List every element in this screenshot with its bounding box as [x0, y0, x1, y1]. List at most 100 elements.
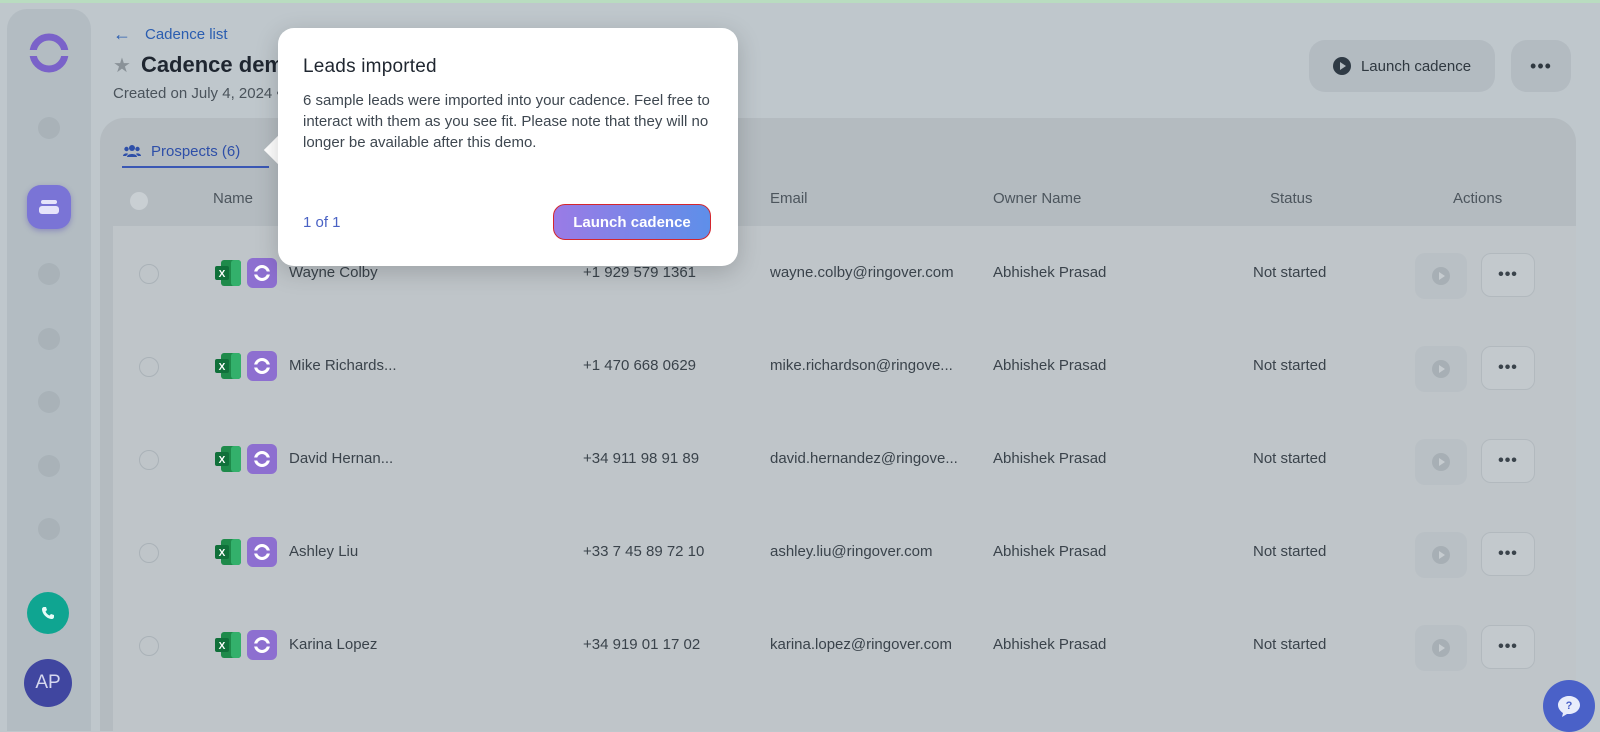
phone-icon	[42, 607, 54, 619]
row-more-button[interactable]: •••	[1481, 439, 1535, 483]
svg-text:X: X	[219, 362, 226, 373]
prospect-name[interactable]: Ashley Liu	[289, 543, 358, 560]
prospect-name[interactable]: Mike Richards...	[289, 357, 397, 374]
back-link[interactable]: ← Cadence list	[113, 24, 228, 45]
excel-icon: X	[215, 260, 241, 286]
arrow-left-icon: ←	[113, 24, 131, 44]
row-play-button[interactable]	[1415, 439, 1467, 485]
nav-item-templates-icon[interactable]	[38, 391, 60, 413]
question-chat-icon: ?	[1558, 696, 1580, 717]
nav-item-leads-icon[interactable]	[38, 328, 60, 350]
prospect-name[interactable]: Wayne Colby	[289, 264, 378, 281]
prospect-email: mike.richardson@ringove...	[770, 357, 953, 374]
row-checkbox[interactable]	[139, 543, 159, 563]
column-header-name[interactable]: Name	[213, 190, 253, 207]
svg-text:?: ?	[1566, 700, 1573, 712]
avatar[interactable]: AP	[24, 659, 72, 707]
popover-title: Leads imported	[303, 56, 437, 77]
play-icon	[1432, 639, 1450, 657]
excel-icon: X	[215, 632, 241, 658]
row-more-button[interactable]: •••	[1481, 625, 1535, 669]
nav-item-cadences-icon[interactable]	[27, 185, 71, 229]
back-link-label: Cadence list	[145, 26, 228, 43]
svg-text:X: X	[219, 455, 226, 466]
play-icon	[1432, 360, 1450, 378]
ringover-icon	[247, 258, 277, 288]
prospect-phone: +34 919 01 17 02	[583, 636, 701, 653]
leads-imported-popover: Leads imported 6 sample leads were impor…	[278, 28, 738, 266]
prospect-email: ashley.liu@ringover.com	[770, 543, 933, 560]
row-checkbox[interactable]	[139, 264, 159, 284]
tab-underline	[122, 166, 269, 168]
table-row[interactable]: X Karina Lopez +34 919 01 17 02 karina.l…	[113, 600, 1576, 692]
prospect-owner: Abhishek Prasad	[993, 543, 1107, 560]
prospect-phone: +1 470 668 0629	[583, 357, 697, 374]
title-row: ★ Cadence dem	[113, 52, 284, 78]
row-play-button[interactable]	[1415, 532, 1467, 578]
page-title: Cadence dem	[140, 52, 284, 77]
launch-cadence-button[interactable]: Launch cadence	[1309, 40, 1495, 92]
excel-icon: X	[215, 446, 241, 472]
users-icon	[123, 145, 141, 157]
prospect-name[interactable]: David Hernan...	[289, 450, 393, 467]
nav-item-tasks-icon[interactable]	[38, 263, 60, 285]
nav-item-settings-icon[interactable]	[38, 518, 60, 540]
prospect-owner: Abhishek Prasad	[993, 636, 1107, 653]
logo-icon[interactable]	[27, 31, 71, 75]
star-icon[interactable]: ★	[113, 53, 131, 78]
column-header-owner[interactable]: Owner Name	[993, 190, 1081, 207]
more-options-button[interactable]: •••	[1511, 40, 1571, 92]
prospect-phone: +33 7 45 89 72 10	[583, 543, 705, 560]
prospect-email: wayne.colby@ringover.com	[770, 264, 954, 281]
column-header-status[interactable]: Status	[1270, 190, 1313, 207]
svg-text:X: X	[219, 548, 226, 559]
prospect-status: Not started	[1253, 543, 1327, 560]
prospect-name[interactable]: Karina Lopez	[289, 636, 377, 653]
popover-body: 6 sample leads were imported into your c…	[303, 92, 710, 151]
excel-icon: X	[215, 539, 241, 565]
row-checkbox[interactable]	[139, 636, 159, 656]
row-more-button[interactable]: •••	[1481, 532, 1535, 576]
column-header-actions: Actions	[1453, 190, 1503, 207]
prospect-owner: Abhishek Prasad	[993, 450, 1107, 467]
popover-launch-cadence-button[interactable]: Launch cadence	[553, 204, 711, 240]
prospect-email: karina.lopez@ringover.com	[770, 636, 952, 653]
play-icon	[1432, 267, 1450, 285]
prospect-email: david.hernandez@ringove...	[770, 450, 958, 467]
nav-item-stats-icon[interactable]	[38, 455, 60, 477]
nav-item-home-icon[interactable]	[38, 117, 60, 139]
row-checkbox[interactable]	[139, 450, 159, 470]
ringover-icon	[247, 630, 277, 660]
table-row[interactable]: X Ashley Liu +33 7 45 89 72 10 ashley.li…	[113, 507, 1576, 599]
ringover-icon	[247, 444, 277, 474]
row-play-button[interactable]	[1415, 253, 1467, 299]
table-row[interactable]: X David Hernan... +34 911 98 91 89 david…	[113, 414, 1576, 506]
prospect-status: Not started	[1253, 450, 1327, 467]
play-icon	[1432, 546, 1450, 564]
page-subtitle: Created on July 4, 2024 •	[113, 85, 282, 102]
svg-text:X: X	[219, 269, 226, 280]
table-row[interactable]: X Mike Richards... +1 470 668 0629 mike.…	[113, 321, 1576, 413]
prospect-status: Not started	[1253, 264, 1327, 281]
layers-icon	[39, 200, 59, 214]
prospect-owner: Abhishek Prasad	[993, 357, 1107, 374]
column-header-email[interactable]: Email	[770, 190, 808, 207]
row-checkbox[interactable]	[139, 357, 159, 377]
phone-button[interactable]	[27, 592, 69, 634]
prospect-phone: +1 929 579 1361	[583, 264, 697, 281]
row-play-button[interactable]	[1415, 346, 1467, 392]
prospect-status: Not started	[1253, 357, 1327, 374]
row-more-button[interactable]: •••	[1481, 253, 1535, 297]
tab-prospects-label: Prospects (6)	[151, 142, 241, 160]
ringover-icon	[247, 351, 277, 381]
prospect-status: Not started	[1253, 636, 1327, 653]
help-chat-button[interactable]: ?	[1543, 680, 1595, 732]
launch-cadence-label: Launch cadence	[1360, 57, 1472, 75]
svg-text:X: X	[219, 641, 226, 652]
prospect-owner: Abhishek Prasad	[993, 264, 1107, 281]
row-play-button[interactable]	[1415, 625, 1467, 671]
top-progress-line	[0, 0, 1600, 3]
row-more-button[interactable]: •••	[1481, 346, 1535, 390]
select-all-checkbox[interactable]	[130, 192, 148, 210]
tab-prospects[interactable]: Prospects (6)	[123, 134, 240, 168]
